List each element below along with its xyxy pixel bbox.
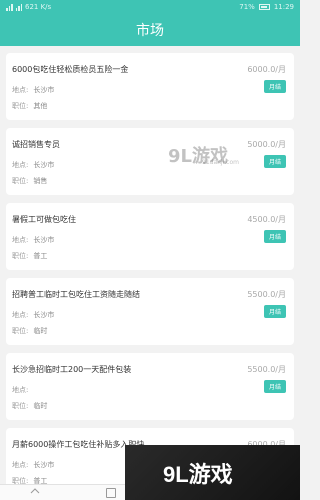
- job-title: 长沙急招临时工200一天配件包装: [12, 365, 132, 374]
- monthly-settle-button[interactable]: 月结: [264, 305, 286, 318]
- watermark: 9L游戏 91danji.com: [168, 142, 239, 168]
- location-value: 长沙市: [33, 86, 55, 94]
- job-card[interactable]: 6000包吃住轻松质检员五险一金 6000.0/月 地点: 长沙市 职位: 其他 月…: [6, 53, 294, 120]
- job-card[interactable]: 招聘普工临时工包吃住工资随走随结 5500.0/月 地点: 长沙市 职位: 临时 月…: [6, 278, 294, 345]
- job-salary: 5000.0/月: [247, 140, 286, 149]
- position-value: 销售: [33, 177, 48, 185]
- location-label: 地点:: [12, 461, 29, 469]
- job-position: 职位: 普工: [12, 251, 47, 261]
- job-title: 招聘普工临时工包吃住工资随走随结: [12, 290, 140, 299]
- battery-percent: 71%: [239, 3, 255, 11]
- job-title: 诚招销售专员: [12, 140, 60, 149]
- location-label: 地点:: [12, 311, 29, 319]
- page-title: 市场: [136, 23, 164, 39]
- job-title: 6000包吃住轻松质检员五险一金: [12, 65, 129, 74]
- position-label: 职位:: [12, 402, 29, 410]
- job-title: 暑假工可做包吃住: [12, 215, 76, 224]
- job-position: 职位: 销售: [12, 176, 47, 186]
- location-value: 长沙市: [33, 311, 55, 319]
- monthly-settle-button[interactable]: 月结: [264, 155, 286, 168]
- job-location: 地点: 长沙市: [12, 235, 54, 245]
- position-value: 其他: [33, 102, 48, 110]
- page-header: 市场: [0, 14, 300, 46]
- location-value: 长沙市: [33, 161, 55, 169]
- location-label: 地点:: [12, 236, 29, 244]
- job-card[interactable]: 长沙急招临时工200一天配件包装 5500.0/月 地点: 职位: 临时 月结: [6, 353, 294, 420]
- status-time: 11:29: [273, 3, 294, 11]
- monthly-settle-button[interactable]: 月结: [264, 380, 286, 393]
- network-speed: 621 K/s: [25, 3, 52, 11]
- position-value: 普工: [33, 252, 48, 260]
- job-position: 职位: 临时: [12, 401, 47, 411]
- position-label: 职位:: [12, 177, 29, 185]
- status-bar: 621 K/s 71% 11:29: [0, 0, 300, 14]
- signal-icon-2: [15, 3, 22, 11]
- monthly-settle-button[interactable]: 月结: [264, 80, 286, 93]
- location-label: 地点:: [12, 86, 29, 94]
- position-value: 临时: [33, 327, 48, 335]
- position-label: 职位:: [12, 102, 29, 110]
- document-tab-icon[interactable]: [106, 488, 116, 498]
- job-card[interactable]: 诚招销售专员 5000.0/月 地点: 长沙市 职位: 销售 月结: [6, 128, 294, 195]
- location-label: 地点:: [12, 386, 29, 394]
- job-salary: 4500.0/月: [247, 215, 286, 224]
- battery-icon: [258, 4, 270, 10]
- position-label: 职位:: [12, 327, 29, 335]
- job-salary: 5500.0/月: [247, 290, 286, 299]
- job-position: 职位: 其他: [12, 101, 47, 111]
- location-value: 长沙市: [33, 236, 55, 244]
- job-location: 地点: 长沙市: [12, 160, 54, 170]
- position-value: 临时: [33, 402, 48, 410]
- signal-icon: [6, 3, 13, 11]
- job-list[interactable]: 6000包吃住轻松质检员五险一金 6000.0/月 地点: 长沙市 职位: 其他 月…: [0, 46, 300, 500]
- position-label: 职位:: [12, 252, 29, 260]
- brand-logo: 9L游戏: [125, 445, 300, 500]
- location-label: 地点:: [12, 161, 29, 169]
- job-location: 地点: 长沙市: [12, 460, 54, 470]
- monthly-settle-button[interactable]: 月结: [264, 230, 286, 243]
- location-value: 长沙市: [33, 461, 55, 469]
- job-location: 地点: 长沙市: [12, 310, 54, 320]
- watermark-domain: 91danji.com: [202, 159, 239, 166]
- job-salary: 5500.0/月: [247, 365, 286, 374]
- job-location: 地点: 长沙市: [12, 85, 54, 95]
- job-card[interactable]: 暑假工可做包吃住 4500.0/月 地点: 长沙市 职位: 普工 月结: [6, 203, 294, 270]
- home-tab-icon[interactable]: [30, 488, 40, 498]
- job-location: 地点:: [12, 385, 33, 395]
- job-salary: 6000.0/月: [247, 65, 286, 74]
- job-position: 职位: 临时: [12, 326, 47, 336]
